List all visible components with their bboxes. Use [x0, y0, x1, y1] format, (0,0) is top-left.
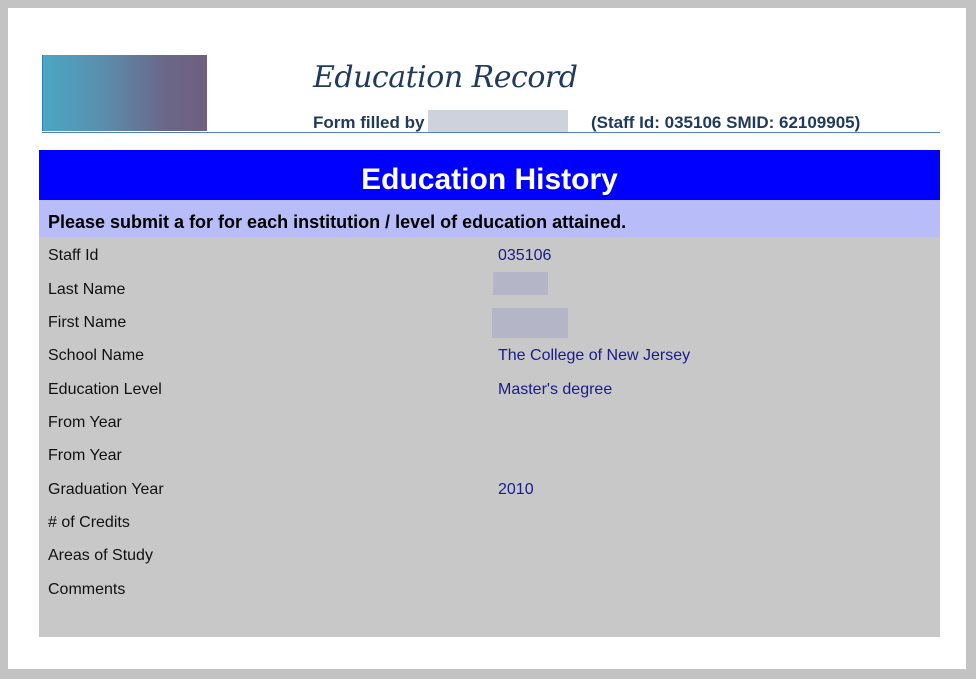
document-page: Education Record Form filled by (Staff I…	[8, 8, 966, 669]
field-row-education-level: Education Level Master's degree	[39, 376, 940, 406]
field-value: Master's degree	[498, 381, 613, 398]
field-value: The College of New Jersey	[498, 347, 691, 364]
filled-by-line: Form filled by (Staff Id: 035106 SMID: 6…	[313, 110, 913, 132]
field-row-first-name: First Name	[39, 308, 940, 339]
field-row-comments: Comments	[39, 576, 940, 606]
field-value: 035106	[498, 247, 552, 264]
field-label: Education Level	[48, 381, 162, 398]
section-title: Education History	[39, 150, 940, 200]
field-label: Graduation Year	[48, 481, 164, 498]
field-row-last-name: Last Name	[39, 272, 940, 306]
field-label: Staff Id	[48, 247, 99, 264]
field-label: School Name	[48, 347, 145, 364]
field-label: Comments	[48, 581, 126, 598]
education-history-form: Education History Please submit a for fo…	[39, 150, 940, 637]
instructions-text: Please submit a for for each institution…	[39, 200, 940, 237]
field-label: Areas of Study	[48, 547, 153, 564]
field-label: From Year	[48, 447, 122, 464]
field-label: # of Credits	[48, 514, 130, 531]
field-label: Last Name	[48, 281, 126, 298]
header-divider	[42, 132, 940, 133]
field-row-graduation-year: Graduation Year 2010	[39, 476, 940, 506]
field-row-from-year-2: From Year	[39, 442, 940, 472]
last-name-redacted	[493, 272, 548, 295]
field-row-from-year: From Year	[39, 409, 940, 439]
field-row-credits: # of Credits	[39, 509, 940, 539]
field-value: 2010	[498, 481, 534, 498]
staff-info: (Staff Id: 035106 SMID: 62109905)	[591, 113, 861, 132]
field-row-school-name: School Name The College of New Jersey	[39, 342, 940, 372]
filled-by-name-redacted	[428, 110, 568, 132]
company-logo	[42, 55, 207, 131]
field-row-areas-of-study: Areas of Study	[39, 542, 940, 572]
field-row-staff-id: Staff Id 035106	[39, 242, 940, 272]
filled-by-label: Form filled by	[313, 113, 425, 132]
first-name-redacted	[492, 308, 568, 338]
page-title: Education Record	[313, 60, 578, 95]
field-label: From Year	[48, 414, 122, 431]
field-label: First Name	[48, 314, 127, 331]
